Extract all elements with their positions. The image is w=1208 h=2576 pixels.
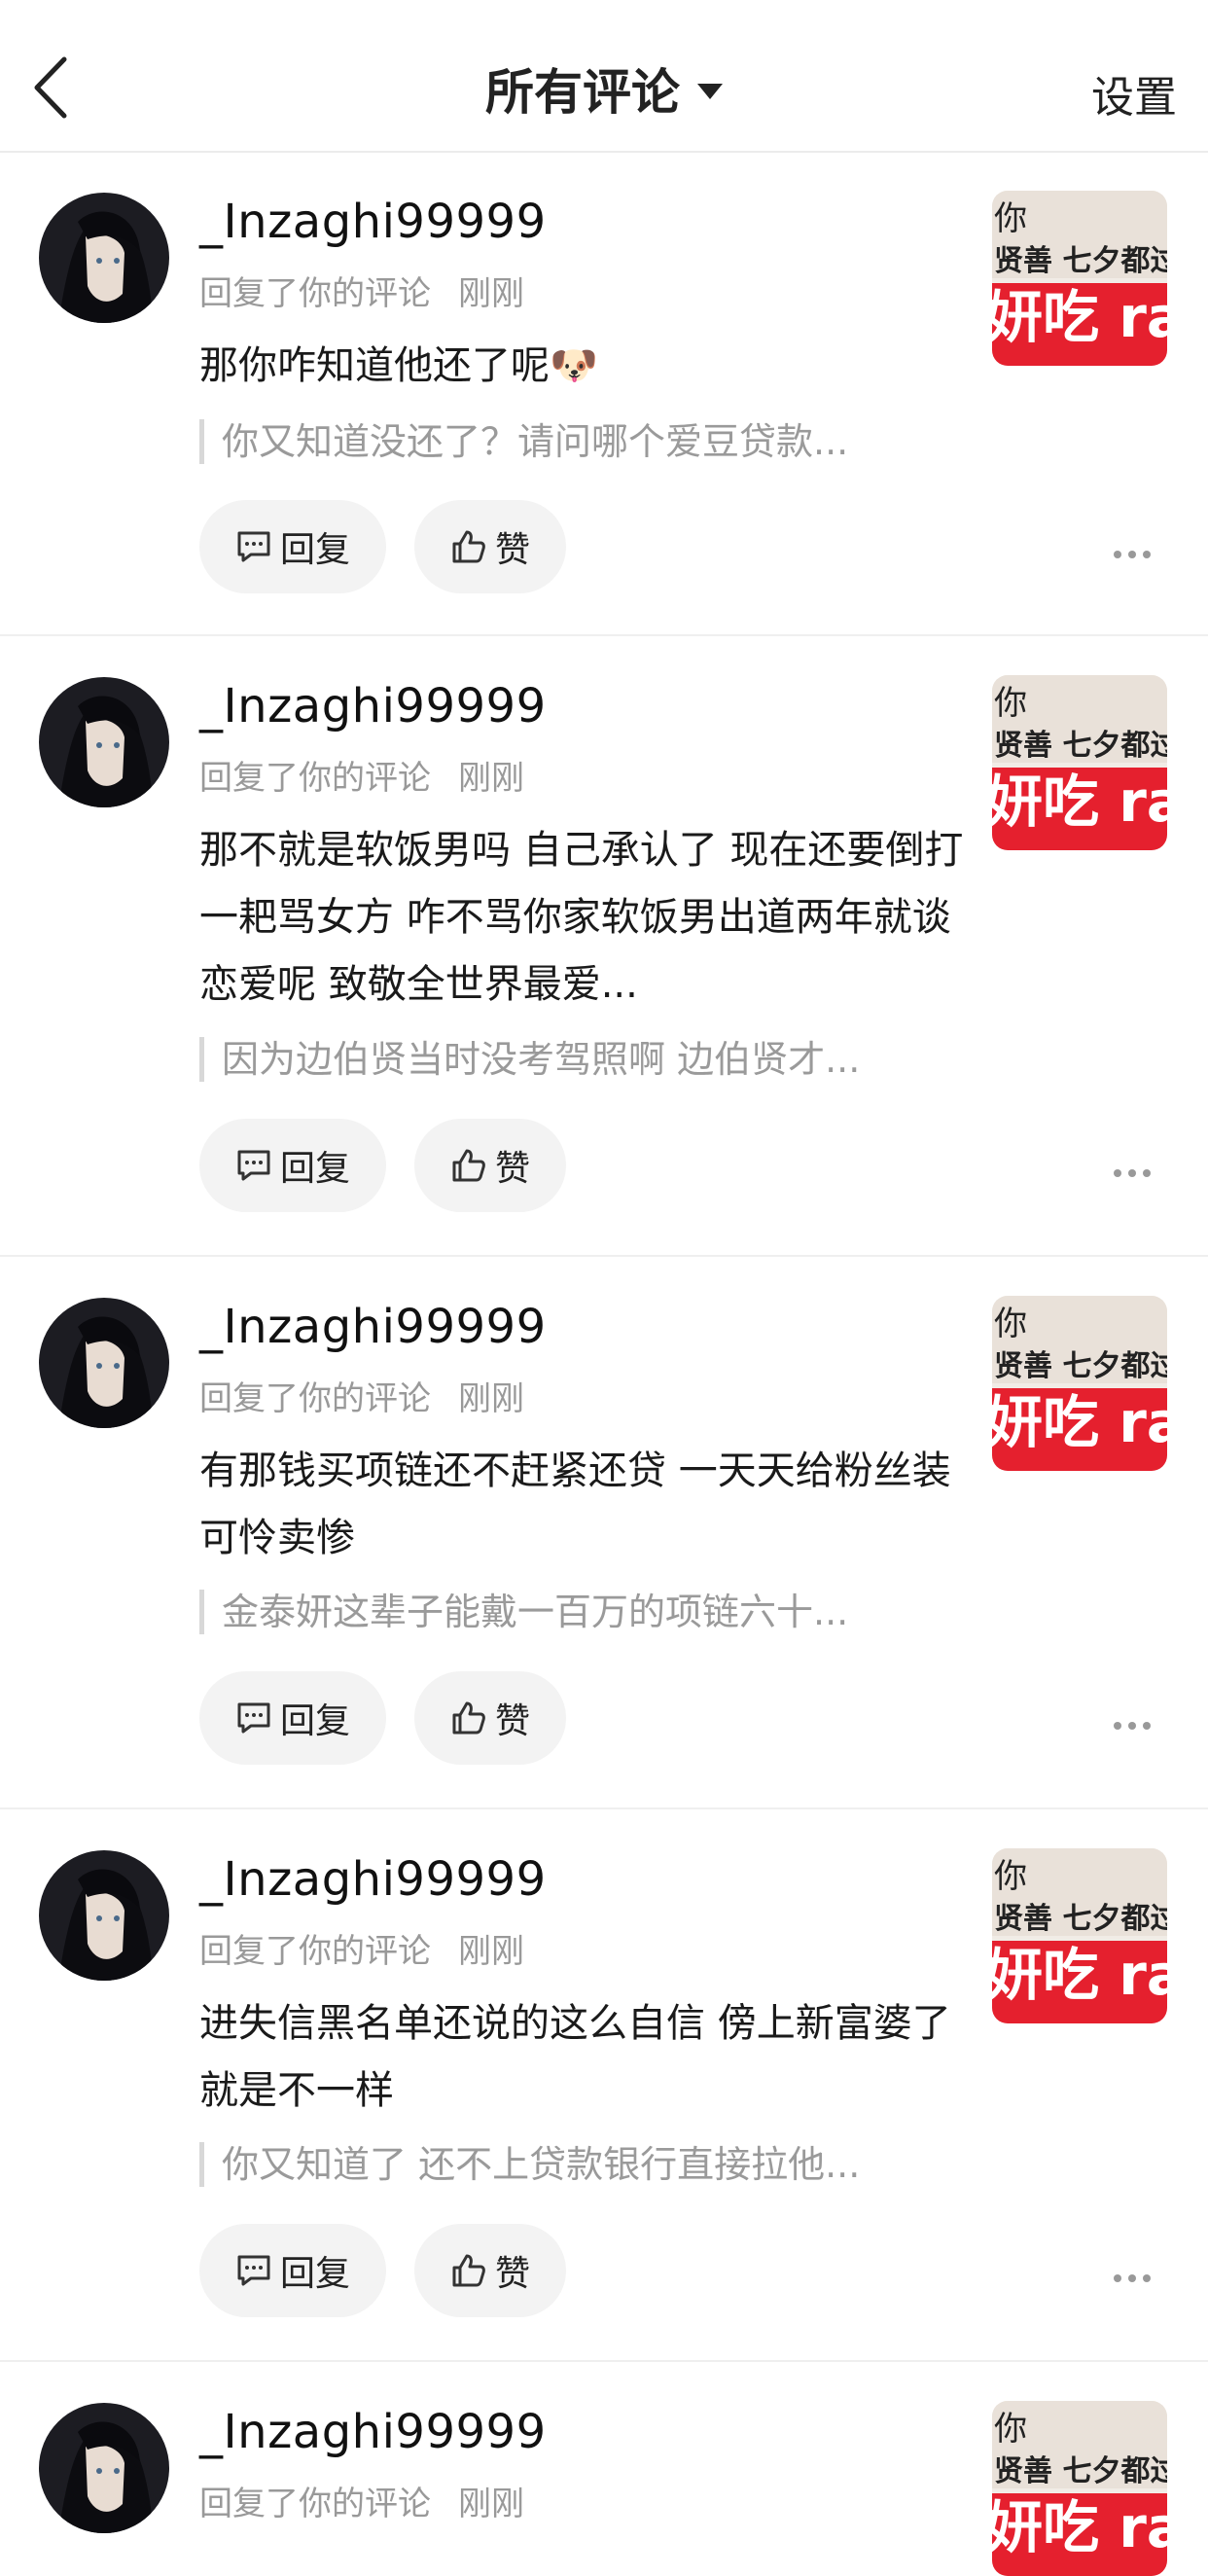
like-button[interactable]: 赞 (414, 2224, 566, 2317)
avatar[interactable] (39, 193, 169, 323)
page-title: 所有评论 (485, 64, 680, 121)
comment-meta: 回复了你的评论 刚刚 (199, 751, 524, 799)
action-text: 回复了你的评论 (199, 1379, 431, 1418)
thumb-text-3: 妍吃 ra (992, 769, 1167, 835)
reply-label: 回复 (279, 530, 350, 570)
timestamp: 刚刚 (458, 759, 524, 798)
thumb-text-2: 贤善 七夕都过 (994, 244, 1167, 278)
comment-meta: 回复了你的评论 刚刚 (199, 1372, 524, 1419)
quoted-comment[interactable]: 你又知道了 还不上贷款银行直接拉他... (199, 2142, 961, 2187)
post-thumbnail[interactable]: 你贤善 七夕都过妍吃 ra (992, 2401, 1167, 2576)
timestamp: 刚刚 (458, 2485, 524, 2523)
reply-button[interactable]: 回复 (199, 2224, 386, 2317)
comment-item[interactable]: _Inzaghi99999 回复了你的评论 刚刚 你贤善 七夕都过妍吃 ra (0, 2362, 1208, 2576)
comment-item[interactable]: _Inzaghi99999 回复了你的评论 刚刚 进失信黑名单还说的这么自信 傍上… (0, 1809, 1208, 2362)
thumb-text-1: 你 (994, 2410, 1027, 2449)
thumb-text-1: 你 (994, 684, 1027, 723)
like-label: 赞 (494, 1149, 530, 1189)
quoted-comment[interactable]: 因为边伯贤当时没考驾照啊 边伯贤才... (199, 1037, 961, 1082)
comment-item[interactable]: _Inzaghi99999 回复了你的评论 刚刚 那你咋知道他还了呢🐶 你又知道没… (0, 152, 1208, 636)
thumbs-up-icon (452, 530, 485, 563)
post-thumbnail[interactable]: 你贤善 七夕都过妍吃 ra (992, 191, 1167, 366)
comment-icon (237, 531, 270, 562)
avatar[interactable] (39, 677, 169, 807)
username[interactable]: _Inzaghi99999 (199, 679, 547, 733)
thumb-text-1: 你 (994, 1305, 1027, 1343)
like-label: 赞 (494, 530, 530, 570)
timestamp: 刚刚 (458, 1379, 524, 1418)
thumb-text-1: 你 (994, 199, 1027, 238)
quoted-comment[interactable]: 金泰妍这辈子能戴一百万的项链六十... (199, 1590, 961, 1634)
comment-text[interactable]: 进失信黑名单还说的这么自信 傍上新富婆了就是不一样 (199, 1990, 958, 2125)
like-button[interactable]: 赞 (414, 500, 566, 593)
thumb-text-2: 贤善 七夕都过 (994, 1902, 1167, 1936)
post-thumbnail[interactable]: 你贤善 七夕都过妍吃 ra (992, 675, 1167, 850)
timestamp: 刚刚 (458, 274, 524, 313)
thumb-text-2: 贤善 七夕都过 (994, 729, 1167, 763)
comment-item[interactable]: _Inzaghi99999 回复了你的评论 刚刚 那不就是软饭男吗 自己承认了 现… (0, 636, 1208, 1257)
action-text: 回复了你的评论 (199, 274, 431, 313)
comment-meta: 回复了你的评论 刚刚 (199, 2477, 524, 2524)
thumbs-up-icon (452, 2254, 485, 2287)
like-label: 赞 (494, 2254, 530, 2294)
more-icon[interactable] (1113, 1164, 1152, 1177)
comment-item[interactable]: _Inzaghi99999 回复了你的评论 刚刚 有那钱买项链还不赶紧还贷 一天天… (0, 1257, 1208, 1809)
thumb-text-3: 妍吃 ra (992, 1389, 1167, 1455)
comment-text[interactable]: 那不就是软饭男吗 自己承认了 现在还要倒打一耙骂女方 咋不骂你家软饭男出道两年就… (199, 817, 968, 1019)
thumb-text-3: 妍吃 ra (992, 2494, 1167, 2560)
like-button[interactable]: 赞 (414, 1119, 566, 1212)
reply-label: 回复 (279, 1701, 350, 1741)
action-text: 回复了你的评论 (199, 759, 431, 798)
thumbs-up-icon (452, 1149, 485, 1182)
reply-button[interactable]: 回复 (199, 1671, 386, 1765)
quoted-comment[interactable]: 你又知道没还了？请问哪个爱豆贷款... (199, 419, 961, 464)
dropdown-caret-icon (697, 83, 723, 99)
reply-label: 回复 (279, 1149, 350, 1189)
avatar[interactable] (39, 2403, 169, 2533)
thumb-text-1: 你 (994, 1857, 1027, 1896)
thumb-text-3: 妍吃 ra (992, 1942, 1167, 2008)
timestamp: 刚刚 (458, 1932, 524, 1971)
action-text: 回复了你的评论 (199, 1932, 431, 1971)
post-thumbnail[interactable]: 你贤善 七夕都过妍吃 ra (992, 1296, 1167, 1471)
post-thumbnail[interactable]: 你贤善 七夕都过妍吃 ra (992, 1848, 1167, 2023)
username[interactable]: _Inzaghi99999 (199, 2405, 547, 2459)
comment-meta: 回复了你的评论 刚刚 (199, 267, 524, 314)
comment-icon (237, 1150, 270, 1181)
reply-button[interactable]: 回复 (199, 500, 386, 593)
like-label: 赞 (494, 1701, 530, 1741)
avatar[interactable] (39, 1850, 169, 1981)
comment-text[interactable]: 有那钱买项链还不赶紧还贷 一天天给粉丝装可怜卖惨 (199, 1438, 958, 1572)
thumb-text-2: 贤善 七夕都过 (994, 2454, 1167, 2488)
more-icon[interactable] (1113, 2270, 1152, 2282)
thumb-text-2: 贤善 七夕都过 (994, 1349, 1167, 1383)
settings-button[interactable]: 设置 (1091, 62, 1177, 125)
comment-icon (237, 2255, 270, 2286)
more-icon[interactable] (1113, 1717, 1152, 1730)
reply-label: 回复 (279, 2254, 350, 2294)
avatar[interactable] (39, 1298, 169, 1428)
top-bar: 所有评论 设置 (0, 0, 1208, 153)
thumb-text-3: 妍吃 ra (992, 284, 1167, 350)
comment-list: _Inzaghi99999 回复了你的评论 刚刚 那你咋知道他还了呢🐶 你又知道没… (0, 152, 1208, 2576)
comment-meta: 回复了你的评论 刚刚 (199, 1924, 524, 1972)
comment-text[interactable]: 那你咋知道他还了呢🐶 (199, 333, 958, 400)
more-icon[interactable] (1113, 546, 1152, 558)
filter-dropdown[interactable]: 所有评论 (0, 54, 1208, 124)
username[interactable]: _Inzaghi99999 (199, 1852, 547, 1907)
action-text: 回复了你的评论 (199, 2485, 431, 2523)
reply-button[interactable]: 回复 (199, 1119, 386, 1212)
thumbs-up-icon (452, 1701, 485, 1735)
username[interactable]: _Inzaghi99999 (199, 1300, 547, 1354)
comment-icon (237, 1702, 270, 1734)
like-button[interactable]: 赞 (414, 1671, 566, 1765)
username[interactable]: _Inzaghi99999 (199, 195, 547, 249)
